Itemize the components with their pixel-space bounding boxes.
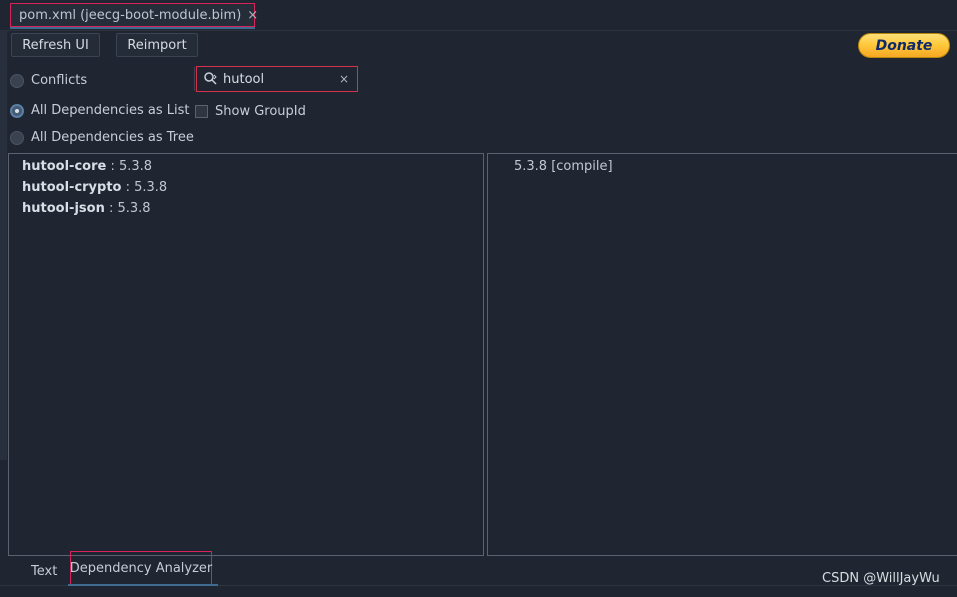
show-groupid-toggle[interactable]: Show GroupId <box>195 104 306 119</box>
tab-dependency-analyzer-label: Dependency Analyzer <box>69 561 213 576</box>
dependency-version: : 5.3.8 <box>104 201 151 216</box>
search-icon <box>204 72 217 85</box>
dependency-list-panel[interactable]: hutool-core : 5.3.8 hutool-crypto : 5.3.… <box>8 153 484 556</box>
radio-all-dependencies-tree[interactable]: All Dependencies as Tree <box>10 130 194 145</box>
search-field[interactable]: × <box>196 66 358 92</box>
list-item[interactable]: hutool-json : 5.3.8 <box>22 201 151 216</box>
version-scope-item[interactable]: 5.3.8 [compile] <box>514 159 613 174</box>
clear-search-icon[interactable]: × <box>339 72 349 86</box>
radio-conflicts-circle[interactable] <box>10 73 24 88</box>
radio-tree-circle[interactable] <box>10 130 24 145</box>
list-item[interactable]: hutool-crypto : 5.3.8 <box>22 180 167 195</box>
list-item[interactable]: hutool-core : 5.3.8 <box>22 159 152 174</box>
show-groupid-checkbox[interactable] <box>195 105 208 118</box>
editor-tab-label: pom.xml (jeecg-boot-module.bim) <box>19 7 242 23</box>
watermark: CSDN @WillJayWu <box>822 571 940 586</box>
radio-list-label: All Dependencies as List <box>31 103 190 118</box>
dependency-name: hutool-crypto <box>22 180 122 195</box>
dependency-name: hutool-json <box>22 201 105 216</box>
dependency-version: : 5.3.8 <box>121 180 168 195</box>
active-bottom-tab-underline <box>68 584 218 586</box>
close-icon[interactable]: × <box>247 8 258 23</box>
refresh-ui-button[interactable]: Refresh UI <box>11 33 100 57</box>
dependency-name: hutool-core <box>22 159 107 174</box>
tab-text[interactable]: Text <box>31 564 57 579</box>
tab-dependency-analyzer[interactable]: Dependency Analyzer <box>70 551 212 586</box>
reimport-button[interactable]: Reimport <box>116 33 198 57</box>
active-tab-underline <box>10 27 255 29</box>
left-gutter <box>0 30 7 460</box>
editor-tab-pom[interactable]: pom.xml (jeecg-boot-module.bim) × <box>10 3 258 27</box>
search-input[interactable] <box>223 71 339 87</box>
radio-conflicts[interactable]: Conflicts <box>10 73 87 88</box>
radio-conflicts-label: Conflicts <box>31 73 88 88</box>
radio-all-dependencies-list[interactable]: All Dependencies as List <box>10 103 190 118</box>
dependency-details-panel[interactable]: 5.3.8 [compile] <box>487 153 957 556</box>
donate-button[interactable]: Donate <box>858 33 950 58</box>
radio-tree-label: All Dependencies as Tree <box>31 130 194 145</box>
radio-list-circle[interactable] <box>10 103 24 118</box>
dependency-version: : 5.3.8 <box>106 159 153 174</box>
show-groupid-label: Show GroupId <box>215 104 306 119</box>
